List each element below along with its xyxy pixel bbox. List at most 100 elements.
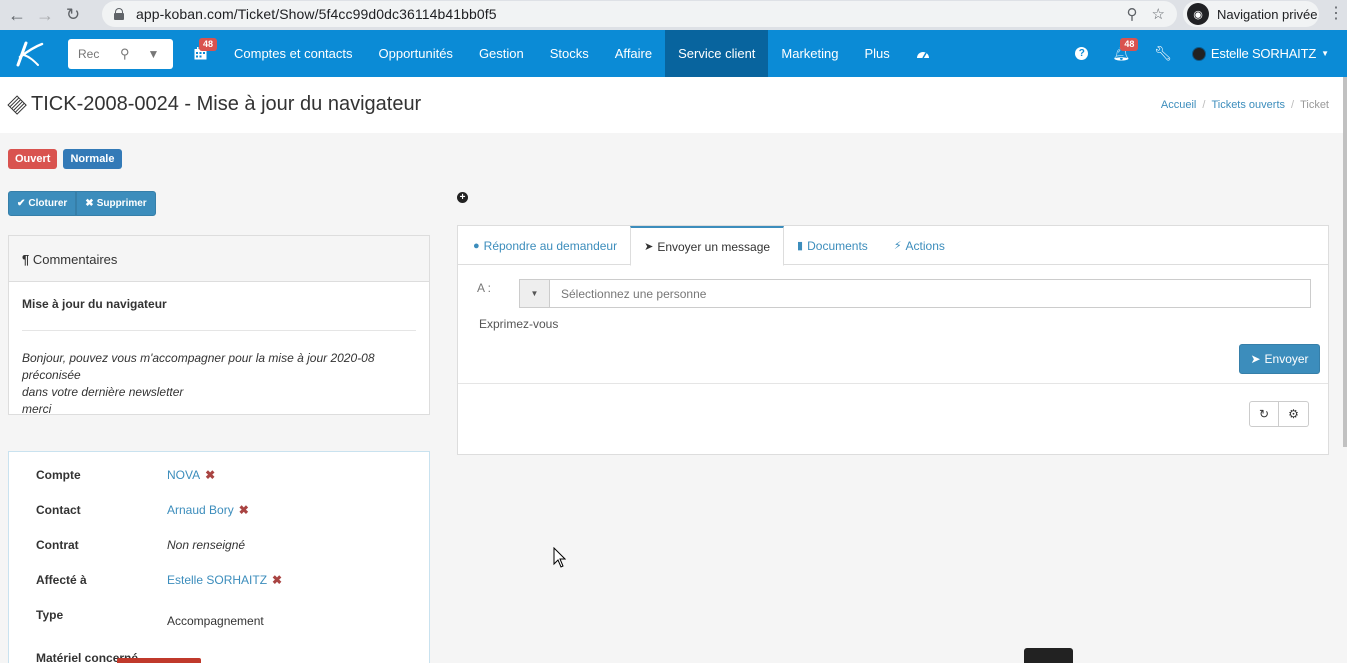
tab-actions-label: Actions [905,238,945,253]
nav-stocks[interactable]: Stocks [537,30,602,77]
nav-opportunites[interactable]: Opportunités [366,30,466,77]
lock-icon [114,8,124,20]
nav-comptes-contacts[interactable]: Comptes et contacts [221,30,366,77]
affecte-label: Affecté à [36,573,87,587]
comment-body: Bonjour, pouvez vous m'accompagner pour … [22,350,422,418]
wrench-icon: 🔧︎ [1154,45,1172,61]
tab-envoyer-label: Envoyer un message [657,239,771,254]
priority-badge: Normale [63,149,122,169]
contact-value: Arnaud Bory ✖ [167,503,249,517]
tab-documents[interactable]: ▮ Documents [784,226,881,265]
comments-heading: ¶ Commentaires [9,236,429,282]
compte-value: NOVA ✖ [167,468,215,482]
page-title-text: TICK-2008-0024 - Mise à jour du navigate… [31,93,422,115]
user-icon: ● [473,239,480,252]
message-editor[interactable]: Exprimez-vous [479,317,558,331]
contrat-value: Non renseigné [167,538,246,552]
breadcrumb: Accueil / Tickets ouverts / Ticket [1160,99,1329,111]
nav-gestion[interactable]: Gestion [466,30,537,77]
incognito-icon: ◉ [1187,3,1209,25]
send-button[interactable]: ➤ Envoyer [1239,344,1320,374]
dashboard-button[interactable] [903,30,943,77]
comment-title: Mise à jour du navigateur [22,297,167,311]
page-title: ▤ TICK-2008-0024 - Mise à jour du naviga… [3,91,422,117]
contact-label: Contact [36,503,81,517]
nav-marketing[interactable]: Marketing [768,30,851,77]
breadcrumb-accueil[interactable]: Accueil [1161,99,1196,111]
type-label: Type [36,608,64,622]
url-text: app-koban.com/Ticket/Show/5f4cc99d0dc361… [136,6,497,22]
comment-divider [22,330,416,331]
send-button-label: Envoyer [1264,352,1309,366]
scrollbar[interactable] [1343,77,1347,447]
star-icon[interactable]: ☆ [1152,5,1165,23]
contact-link[interactable]: Arnaud Bory [167,503,234,517]
refresh-button[interactable]: ↻ [1249,401,1279,427]
incognito-indicator[interactable]: ◉ Navigation privée [1183,1,1319,27]
calendar-button[interactable]: 48 [180,30,221,77]
koban-logo[interactable] [0,30,58,77]
mouse-cursor-icon [553,547,566,568]
compte-link[interactable]: NOVA [167,468,200,482]
tab-repondre[interactable]: ● Répondre au demandeur [460,226,630,265]
comment-line-3: merci [22,402,52,416]
affecte-value: Estelle SORHAITZ ✖ [167,573,282,587]
partial-red-element [117,658,201,663]
settings-gear-button[interactable]: ⚙︎ [1279,401,1309,427]
delete-ticket-button[interactable]: ✖ Supprimer [76,191,156,216]
reload-icon[interactable]: ↻ [62,4,84,26]
help-icon: ? [1075,47,1089,60]
avatar [1191,46,1206,61]
comments-panel: ¶ Commentaires Mise à jour du navigateur… [8,235,430,418]
tab-actions[interactable]: ⚡︎ Actions [881,226,958,265]
breadcrumb-ticket: Ticket [1300,99,1329,111]
address-bar[interactable]: app-koban.com/Ticket/Show/5f4cc99d0dc361… [102,1,1177,27]
breadcrumb-tickets-ouverts[interactable]: Tickets ouverts [1211,99,1285,111]
recipient-select[interactable]: ▼ Sélectionnez une personne [519,279,1311,308]
status-labels: Ouvert Normale [8,149,122,169]
type-value: Accompagnement [167,614,264,628]
app-navbar: ⚲ ▼ 48 Comptes et contacts Opportunités … [0,30,1347,77]
comment-line-2: dans votre dernière newsletter [22,385,184,399]
ticket-icon: ▤ [3,91,30,118]
file-icon: ▮ [797,240,804,252]
caret-down-icon[interactable]: ▼ [520,280,550,307]
calendar-badge: 48 [199,38,218,51]
browser-menu-icon[interactable]: ⋮ [1328,4,1344,24]
notifications-button[interactable]: 🔔︎ 48 [1098,30,1144,77]
forward-icon[interactable]: → [34,4,56,26]
remove-contact-icon[interactable]: ✖ [239,503,249,517]
user-name: Estelle SORHAITZ [1210,46,1317,61]
remove-affecte-icon[interactable]: ✖ [272,573,282,587]
nav-affaire[interactable]: Affaire [602,30,665,77]
search-icon[interactable]: ⚲ [120,46,130,62]
refresh-icon: ↻ [1258,407,1270,421]
user-menu[interactable]: Estelle SORHAITZ ▼ [1182,30,1347,77]
logo-icon [16,41,44,66]
close-ticket-button[interactable]: ✔ Cloturer [8,191,77,216]
search-input[interactable] [78,47,112,61]
partial-widget[interactable] [1024,648,1073,663]
affecte-link[interactable]: Estelle SORHAITZ [167,573,267,587]
remove-compte-icon[interactable]: ✖ [205,468,215,482]
zoom-icon[interactable]: ⚲ [1127,5,1138,23]
message-tabs-panel: ● Répondre au demandeur ➤ Envoyer un mes… [457,225,1329,455]
add-icon[interactable]: + [457,192,468,203]
tab-envoyer-message[interactable]: ➤ Envoyer un message [630,226,785,266]
settings-button[interactable]: 🔧︎ [1144,30,1182,77]
ticket-actions: ✔ Cloturer ✖ Supprimer [8,191,156,216]
close-ticket-label: Cloturer [28,198,68,209]
times-icon: ✖ [85,198,94,209]
nav-service-client[interactable]: Service client [665,30,769,77]
dashboard-icon [916,52,929,59]
filter-icon[interactable]: ▼ [148,47,160,61]
compte-label: Compte [36,468,81,482]
gear-icon: ⚙︎ [1288,407,1299,421]
back-icon[interactable]: ← [6,4,28,26]
recipient-label: A : [477,281,492,295]
tab-documents-label: Documents [807,238,868,253]
nav-plus[interactable]: Plus [852,30,903,77]
help-button[interactable]: ? [1065,30,1098,77]
paper-plane-icon: ➤ [644,241,654,253]
tabs-bar: ● Répondre au demandeur ➤ Envoyer un mes… [458,226,1328,266]
